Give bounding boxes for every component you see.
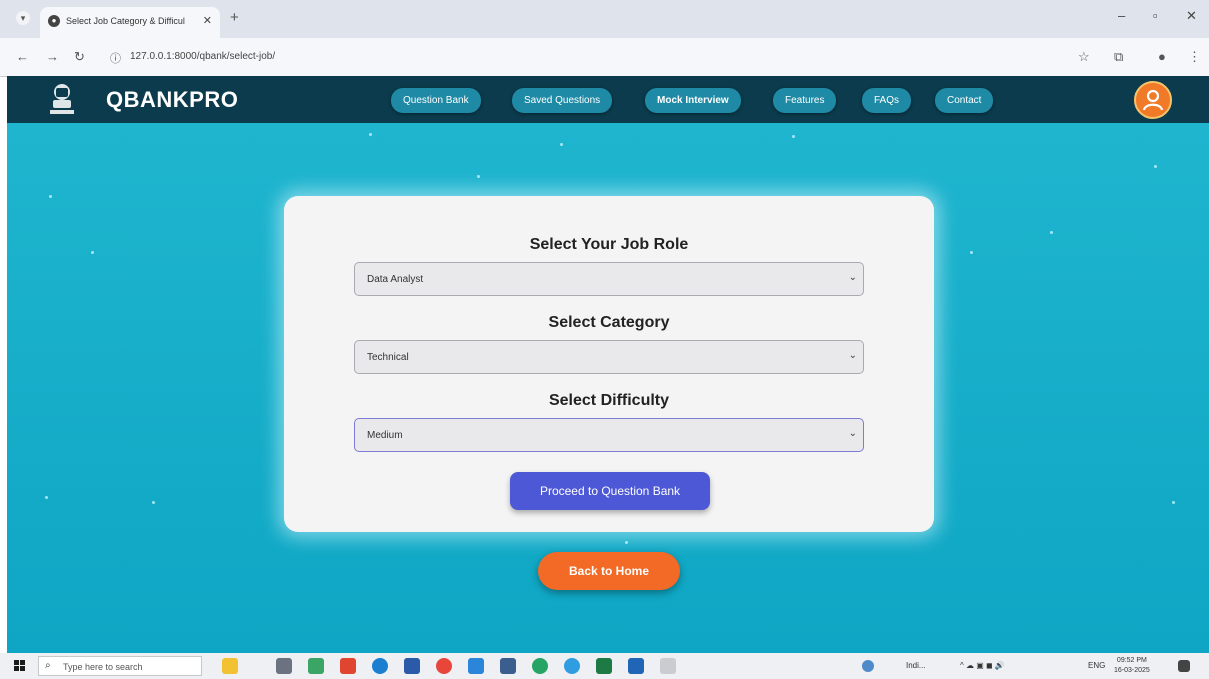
star-decoration [1050, 231, 1053, 234]
windows-start-icon[interactable] [14, 660, 26, 672]
job-role-value: Data Analyst [367, 274, 424, 285]
forward-arrow-icon[interactable]: → [46, 49, 59, 64]
star-decoration [560, 143, 563, 146]
copilot-icon[interactable] [222, 658, 238, 674]
nav-features[interactable]: Features [773, 88, 837, 113]
job-role-label: Select Your Job Role [529, 236, 689, 253]
tab-close-icon[interactable]: ✕ [203, 14, 212, 27]
new-tab-icon[interactable]: + [230, 9, 239, 26]
tab-favicon-icon: ● [48, 15, 60, 27]
user-icon [1142, 89, 1164, 111]
proceed-button[interactable]: Proceed to Question Bank [510, 472, 710, 510]
site-info-icon[interactable]: ⓘ [110, 50, 121, 66]
back-to-home-button[interactable]: Back to Home [538, 552, 680, 590]
star-decoration [1172, 501, 1175, 504]
extensions-icon[interactable]: ⧉ [1114, 49, 1123, 65]
taskbar-clock[interactable]: 09:52 PM 16-03-2025 [1114, 656, 1150, 676]
difficulty-label: Select Difficulty [548, 392, 670, 409]
bookmark-star-icon[interactable]: ☆ [1078, 49, 1090, 65]
profile-icon[interactable]: ● [1158, 49, 1166, 64]
difficulty-select[interactable]: Medium ⌄ [354, 418, 864, 452]
browser-menu-icon[interactable]: ⋮ [1188, 49, 1201, 65]
app-icon[interactable] [660, 658, 676, 674]
app-icon[interactable] [340, 658, 356, 674]
star-decoration [792, 135, 795, 138]
star-decoration [1154, 165, 1157, 168]
browser-address-bar: ← → ↻ ⓘ 127.0.0.1:8000/qbank/select-job/… [0, 38, 1209, 77]
excel-icon[interactable] [596, 658, 612, 674]
nav-mock-interview[interactable]: Mock Interview [645, 88, 741, 113]
browser-tab-bar: ▾ ● Select Job Category & Difficul ✕ + –… [0, 0, 1209, 38]
chevron-down-icon: ⌄ [848, 350, 857, 361]
chevron-down-icon: ⌄ [848, 428, 857, 439]
maximize-icon[interactable]: ▫ [1153, 8, 1158, 23]
category-select[interactable]: Technical ⌄ [354, 340, 864, 374]
nav-saved-questions[interactable]: Saved Questions [512, 88, 613, 113]
task-view-icon[interactable] [276, 658, 292, 674]
url-text: 127.0.0.1:8000/qbank/select-job/ [130, 51, 276, 62]
taskbar-search-input[interactable]: ⌕ Type here to search [38, 656, 202, 676]
weather-icon[interactable] [862, 660, 874, 672]
clock-date: 16-03-2025 [1114, 667, 1150, 674]
outlook-icon[interactable] [628, 658, 644, 674]
reload-icon[interactable]: ↻ [74, 49, 85, 65]
minimize-icon[interactable]: – [1118, 8, 1125, 23]
back-arrow-icon[interactable]: ← [16, 49, 29, 64]
star-decoration [45, 496, 48, 499]
chrome-icon[interactable] [436, 658, 452, 674]
star-decoration [152, 501, 155, 504]
vscode-icon[interactable] [468, 658, 484, 674]
app-icon[interactable] [500, 658, 516, 674]
language-indicator[interactable]: ENG [1088, 661, 1105, 670]
star-decoration [91, 251, 94, 254]
qbankpro-logo-icon[interactable] [47, 82, 77, 116]
difficulty-value: Medium [367, 430, 403, 441]
chevron-down-icon: ⌄ [848, 272, 857, 283]
weather-text[interactable]: Indi... [906, 661, 926, 670]
star-decoration [49, 195, 52, 198]
tab-title: Select Job Category & Difficul [66, 16, 185, 26]
user-avatar[interactable] [1134, 81, 1172, 119]
tab-search-icon[interactable]: ▾ [16, 11, 30, 25]
star-decoration [625, 541, 628, 544]
search-placeholder: Type here to search [63, 662, 143, 672]
browser-tab[interactable]: ● Select Job Category & Difficul ✕ [40, 7, 220, 38]
window-close-icon[interactable]: ✕ [1186, 8, 1197, 24]
brand-name[interactable]: QBANKPRO [106, 87, 238, 113]
clock-time: 09:52 PM [1116, 657, 1147, 664]
whatsapp-icon[interactable] [532, 658, 548, 674]
store-icon[interactable] [404, 658, 420, 674]
star-decoration [970, 251, 973, 254]
nav-faqs[interactable]: FAQs [862, 88, 912, 113]
star-decoration [477, 175, 480, 178]
windows-taskbar: ⌕ Type here to search Indi... ^ ☁ ▣ ◼ 🔊 … [0, 653, 1209, 679]
notification-icon[interactable] [1178, 660, 1190, 672]
nav-question-bank[interactable]: Question Bank [391, 88, 481, 113]
category-label: Select Category [548, 314, 670, 331]
main-content: Select Your Job Role Data Analyst ⌄ Sele… [7, 123, 1209, 653]
edge-icon[interactable] [372, 658, 388, 674]
star-decoration [369, 133, 372, 136]
category-value: Technical [367, 352, 409, 363]
site-header: QBANKPRO Question Bank Saved Questions M… [7, 76, 1209, 123]
url-field[interactable]: ⓘ 127.0.0.1:8000/qbank/select-job/ [104, 45, 1064, 69]
selection-card: Select Your Job Role Data Analyst ⌄ Sele… [284, 196, 934, 532]
search-icon: ⌕ [45, 660, 51, 671]
widgets-icon[interactable] [308, 658, 324, 674]
job-role-select[interactable]: Data Analyst ⌄ [354, 262, 864, 296]
nav-contact[interactable]: Contact [935, 88, 994, 113]
app-icon[interactable] [564, 658, 580, 674]
system-tray-icons[interactable]: ^ ☁ ▣ ◼ 🔊 [960, 661, 1005, 670]
